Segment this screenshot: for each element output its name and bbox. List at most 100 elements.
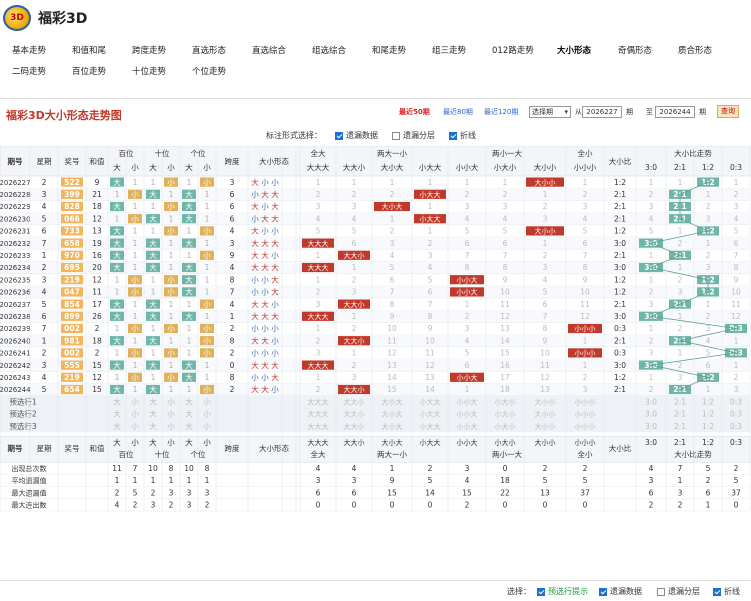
- pos-miss: 1: [133, 251, 138, 260]
- pos-miss: 1: [187, 227, 192, 236]
- pattern-miss: 2: [390, 227, 395, 236]
- nav-item[interactable]: 大小形态: [557, 44, 591, 56]
- cell-qihao: 2026241: [0, 350, 31, 358]
- nav-item[interactable]: 二码走势: [12, 65, 46, 77]
- pattern-miss: 6: [465, 361, 470, 370]
- pattern-miss: 6: [465, 239, 470, 248]
- footer-pattern: 小大小: [495, 438, 516, 447]
- bottom-option-label: 折线: [724, 587, 740, 596]
- pos-marker-text: 大: [149, 360, 157, 370]
- pattern-miss: 3: [503, 202, 508, 211]
- nav-item[interactable]: 百位走势: [72, 65, 106, 77]
- pattern-hit-text: 大小大: [382, 202, 403, 211]
- nav-item[interactable]: 直选形态: [192, 44, 226, 56]
- stat-pos: 2: [133, 501, 138, 510]
- checkbox-icon[interactable]: [657, 587, 665, 596]
- dxxt-char: 大: [271, 213, 279, 223]
- pattern-miss: 1: [316, 275, 321, 284]
- stat-pattern: 22: [500, 488, 510, 497]
- ratio-miss: 4: [706, 336, 711, 345]
- nav-item[interactable]: 和尾走势: [372, 44, 406, 56]
- pos-marker-text: 大: [149, 311, 157, 321]
- pattern-miss: 3: [352, 373, 357, 382]
- pos-miss: 1: [115, 214, 120, 223]
- bottom-option-missing[interactable]: 遗漏数据: [599, 586, 642, 597]
- cell-qihao: 2026233: [0, 252, 31, 260]
- nav-item[interactable]: 个位走势: [192, 65, 226, 77]
- checkbox-icon[interactable]: [599, 587, 607, 596]
- checkbox-icon[interactable]: [537, 587, 545, 596]
- pattern-miss: 11: [387, 336, 397, 345]
- predict-cell: 小: [203, 422, 211, 431]
- bottom-option-line[interactable]: 折线: [713, 586, 740, 597]
- checkbox-icon[interactable]: [449, 131, 457, 140]
- mark-option-layer[interactable]: 遗漏分层: [392, 130, 435, 141]
- predict-label: 预选行2: [9, 409, 36, 419]
- pos-marker-text: 小: [131, 373, 139, 382]
- recent-120-link[interactable]: 最近120期: [484, 107, 518, 117]
- nav-item[interactable]: 跨度走势: [132, 44, 166, 56]
- predict-cell: 小: [131, 397, 139, 406]
- pattern-miss: 9: [583, 275, 588, 284]
- dxxt-char: 大: [261, 250, 269, 260]
- nav-item[interactable]: 012路走势: [492, 44, 534, 56]
- period-select-value: 选择期: [532, 108, 553, 116]
- checkbox-icon[interactable]: [713, 587, 721, 596]
- nav-item[interactable]: 质合形态: [678, 44, 712, 56]
- predict-cell: 1:2: [702, 397, 714, 406]
- pos-marker-text: 小: [203, 300, 211, 309]
- predict-label: 预选行1: [9, 396, 36, 406]
- ratio-miss: 2: [678, 361, 683, 370]
- pattern-miss: 5: [583, 227, 588, 236]
- pattern-miss: 1: [543, 190, 548, 199]
- dxxt-char: 大: [261, 189, 269, 199]
- query-button[interactable]: 查询: [717, 105, 739, 118]
- pos-marker-text: 小: [203, 349, 211, 358]
- recent-50-link[interactable]: 最近50期: [399, 107, 430, 117]
- nav-item[interactable]: 十位走势: [132, 65, 166, 77]
- ratio-miss: 3: [649, 300, 654, 309]
- stat-pattern: 6: [316, 488, 321, 497]
- checkbox-icon[interactable]: [335, 131, 343, 140]
- cell-jianghao: 981: [64, 336, 80, 345]
- nav-item[interactable]: 组三走势: [432, 44, 466, 56]
- nav-item[interactable]: 组选综合: [312, 44, 346, 56]
- recent-80-link[interactable]: 最近80期: [443, 107, 473, 117]
- pattern-hit-text: 小小大: [457, 288, 478, 297]
- stat-ratio: 3: [649, 476, 654, 485]
- pos-marker-text: 大: [113, 335, 121, 345]
- dxxt-char: 小: [271, 227, 279, 236]
- mark-option-missing[interactable]: 遗漏数据: [335, 130, 378, 141]
- pattern-miss: 4: [352, 214, 357, 223]
- period-select[interactable]: 选择期 ▾: [529, 106, 571, 118]
- pos-marker-text: 大: [149, 262, 157, 272]
- pattern-miss: 9: [428, 324, 433, 333]
- app-header: 3D 福彩3D: [0, 0, 751, 36]
- checkbox-icon[interactable]: [392, 131, 400, 140]
- bottom-option-predict[interactable]: 预选行提示: [537, 586, 588, 597]
- bottom-option-layer[interactable]: 遗漏分层: [657, 586, 700, 597]
- mark-option-line[interactable]: 折线: [449, 130, 476, 141]
- nav-item[interactable]: 和值和尾: [72, 44, 106, 56]
- predict-cell: 小大小: [495, 422, 516, 431]
- cell-xingqi: 2: [42, 263, 47, 272]
- pattern-miss: 1: [390, 214, 395, 223]
- stat-pattern: 2: [428, 464, 433, 473]
- pos-miss: 1: [187, 324, 192, 333]
- predict-cell: 大: [185, 409, 193, 419]
- to-input[interactable]: 2026244: [655, 106, 695, 118]
- pattern-miss: 5: [390, 263, 395, 272]
- nav-item[interactable]: 直选综合: [252, 44, 286, 56]
- cell-xingqi: 2: [42, 178, 47, 187]
- pos-marker-text: 小: [167, 227, 175, 236]
- footer-dxxt: 大小形态: [259, 443, 289, 453]
- nav-item[interactable]: 基本走势: [12, 44, 46, 56]
- ratio-miss: 1: [678, 178, 683, 187]
- nav-item[interactable]: 奇偶形态: [618, 44, 652, 56]
- ratio-miss: 1: [734, 336, 739, 345]
- ratio-miss: 2: [649, 336, 654, 345]
- stat-ratio: 6: [706, 488, 711, 497]
- ratio-miss: 6: [734, 239, 739, 248]
- from-input[interactable]: 2026227: [582, 106, 622, 118]
- ratio-miss: 3: [734, 202, 739, 211]
